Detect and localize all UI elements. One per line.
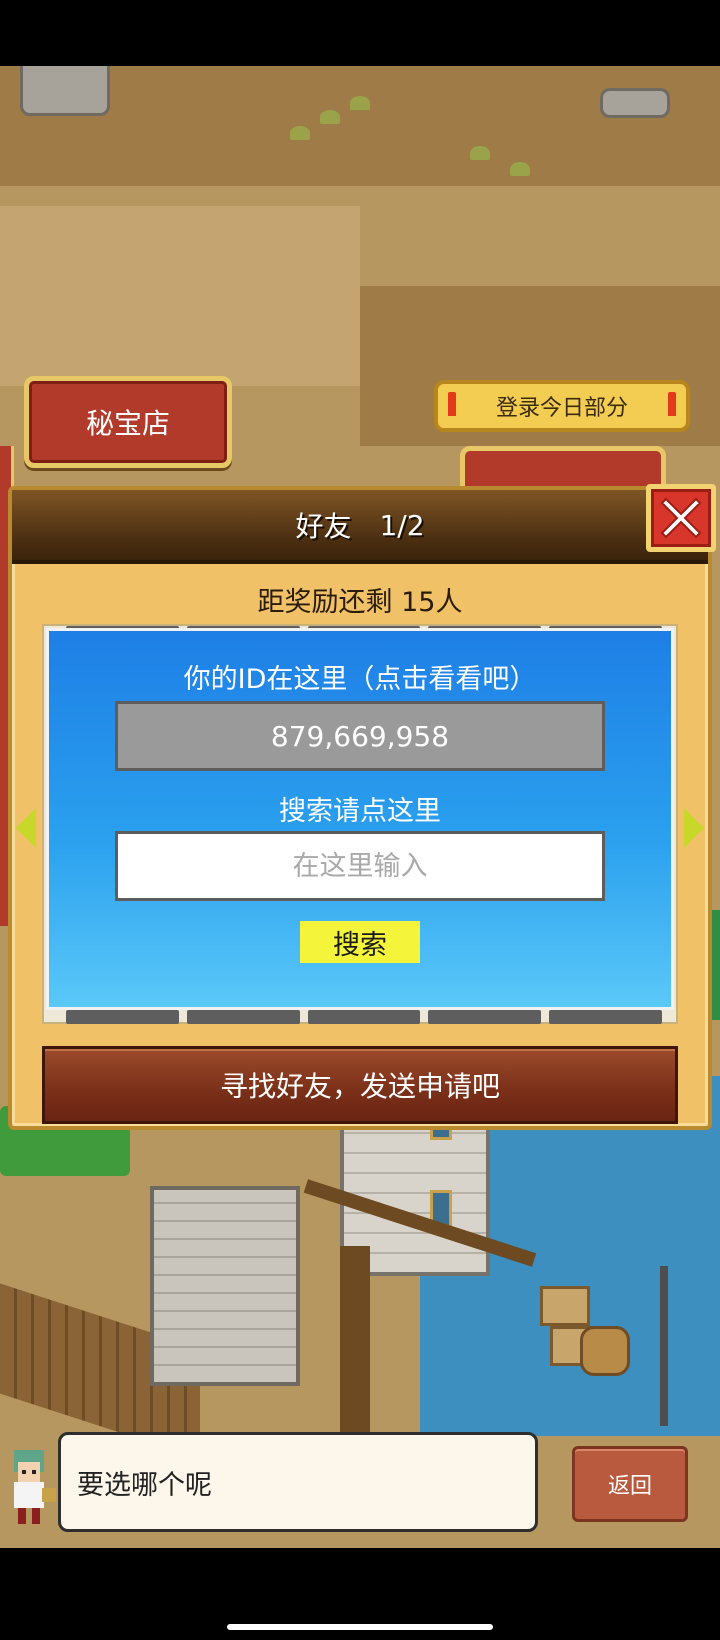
my-id-value: 879,669,958 bbox=[270, 719, 450, 753]
exclamation-icon bbox=[448, 392, 456, 422]
grass-tuft bbox=[350, 96, 370, 110]
status-bar bbox=[0, 0, 720, 66]
barrel bbox=[580, 1326, 630, 1376]
treasure-shop-button[interactable]: 秘宝店 bbox=[24, 376, 232, 468]
stone-building bbox=[150, 1186, 300, 1386]
home-indicator[interactable] bbox=[227, 1624, 493, 1630]
back-button-label: 返回 bbox=[607, 1474, 652, 1499]
friend-id-search-input[interactable] bbox=[115, 831, 605, 901]
exclamation-icon bbox=[668, 392, 676, 422]
find-friends-label: 寻找好友，发送申请吧 bbox=[219, 1070, 500, 1103]
my-id-caption: 你的ID在这里（点击看看吧） bbox=[183, 664, 537, 695]
find-friends-button[interactable]: 寻找好友，发送申请吧 bbox=[42, 1046, 678, 1124]
friends-dialog: 好友 1/2 距奖励还剩 15人 你的ID在这里（点击看看吧） 879,669,… bbox=[8, 484, 716, 1130]
my-id-display[interactable]: 879,669,958 bbox=[115, 701, 605, 771]
arrow-right-icon[interactable] bbox=[684, 808, 704, 848]
friend-search-panel: 你的ID在这里（点击看看吧） 879,669,958 搜索请点这里 搜索 bbox=[46, 628, 674, 1010]
search-button-label: 搜索 bbox=[333, 929, 387, 961]
treasure-shop-label: 秘宝店 bbox=[85, 407, 170, 440]
back-button[interactable]: 返回 bbox=[572, 1446, 688, 1522]
cargo-crate bbox=[540, 1286, 590, 1326]
reward-progress-text: 距奖励还剩 15人 bbox=[257, 587, 463, 618]
grass-tuft bbox=[320, 110, 340, 124]
close-button[interactable] bbox=[646, 484, 716, 552]
search-caption: 搜索请点这里 bbox=[279, 796, 441, 827]
grass-tuft bbox=[470, 146, 490, 160]
advisor-avatar bbox=[0, 1432, 60, 1532]
page-indicator: 1/2 bbox=[379, 508, 425, 542]
rock bbox=[600, 88, 670, 118]
login-bonus-button[interactable]: 登录今日部分 bbox=[434, 380, 690, 432]
arrow-left-icon[interactable] bbox=[16, 808, 36, 848]
dirt-terrain bbox=[0, 206, 360, 386]
search-button[interactable]: 搜索 bbox=[300, 921, 420, 963]
grass-tuft bbox=[290, 126, 310, 140]
dock-crane-mast bbox=[340, 1246, 370, 1436]
friend-slot-strip bbox=[66, 1010, 662, 1024]
login-bonus-label: 登录今日部分 bbox=[495, 396, 628, 421]
dialog-title: 好友 bbox=[295, 510, 352, 543]
grass-tuft bbox=[510, 162, 530, 176]
rock bbox=[20, 66, 110, 116]
close-x-icon bbox=[660, 497, 702, 539]
lamp-post bbox=[660, 1266, 668, 1426]
advisor-message: 要选哪个呢 bbox=[77, 1469, 212, 1501]
advisor-message-box: 要选哪个呢 bbox=[58, 1432, 538, 1532]
dialog-header: 好友 1/2 bbox=[12, 490, 708, 564]
